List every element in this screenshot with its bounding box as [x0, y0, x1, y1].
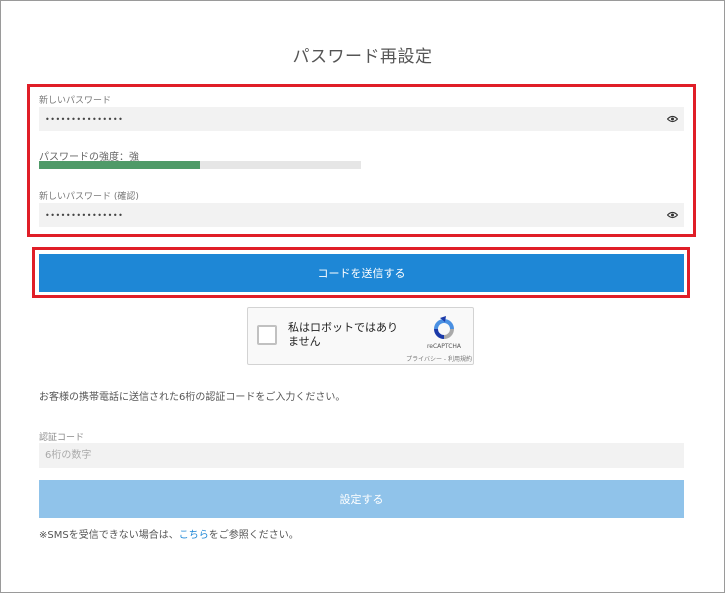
- confirm-password-input[interactable]: •••••••••••••••: [39, 203, 684, 227]
- new-password-input[interactable]: •••••••••••••••: [39, 107, 684, 131]
- recaptcha-brand: reCAPTCHA: [426, 343, 462, 350]
- sms-help-link[interactable]: こちら: [179, 530, 209, 541]
- recaptcha-logo-icon: [434, 316, 454, 339]
- eye-icon[interactable]: [667, 114, 678, 124]
- recaptcha-label: 私はロボットではありません: [288, 321, 398, 348]
- confirm-password-label: 新しいパスワード (確認): [39, 192, 139, 202]
- set-button[interactable]: 設定する: [39, 480, 684, 518]
- verification-code-label: 認証コード: [39, 433, 85, 443]
- recaptcha-widget: 私はロボットではありません reCAPTCHA プライバシー - 利用規約: [247, 307, 474, 365]
- sms-note-prefix: ※SMSを受信できない場合は、: [39, 530, 179, 541]
- sms-note: ※SMSを受信できない場合は、こちらをご参照ください。: [39, 526, 299, 541]
- recaptcha-terms-link[interactable]: 利用規約: [448, 356, 472, 363]
- instruction-text: お客様の携帯電話に送信された6桁の認証コードをご入力ください。: [39, 392, 346, 403]
- new-password-label: 新しいパスワード: [39, 96, 112, 106]
- confirm-password-value: •••••••••••••••: [45, 210, 124, 220]
- password-strength-fill: [39, 161, 200, 169]
- page-title: パスワード再設定: [292, 47, 433, 67]
- new-password-value: •••••••••••••••: [45, 114, 124, 124]
- sms-note-suffix: をご参照ください。: [208, 530, 299, 541]
- recaptcha-checkbox[interactable]: [257, 325, 277, 345]
- eye-icon[interactable]: [667, 210, 678, 220]
- send-code-button[interactable]: コードを送信する: [39, 254, 684, 292]
- recaptcha-links: プライバシー - 利用規約: [376, 354, 472, 363]
- recaptcha-privacy-link[interactable]: プライバシー: [406, 356, 442, 363]
- verification-code-input[interactable]: [39, 443, 684, 468]
- password-strength-bar: [39, 161, 361, 169]
